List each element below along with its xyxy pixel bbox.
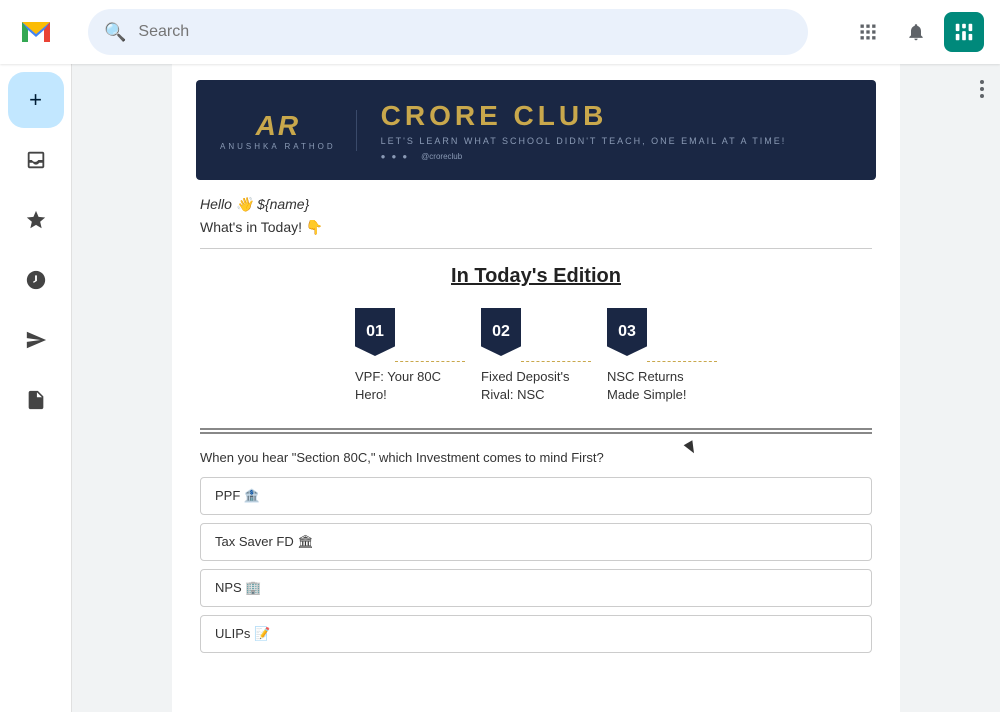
poll-option-2[interactable]: Tax Saver FD 🏛 <box>200 523 872 561</box>
poll-option-4[interactable]: ULIPs 📝 <box>200 615 872 653</box>
poll-option-1[interactable]: PPF 🏦 <box>200 477 872 515</box>
dots-menu[interactable] <box>980 80 984 98</box>
banner-title: CRORE CLUB <box>381 100 852 132</box>
sidebar-item-inbox[interactable] <box>8 132 64 188</box>
divider-1 <box>200 248 872 249</box>
edition-item-1: 01 VPF: Your 80C Hero! <box>355 308 465 404</box>
banner-social: ●●● @croreclub <box>381 152 852 161</box>
topbar-icons <box>848 12 984 52</box>
main-layout: + AR ANUSHKA RATHOD <box>0 64 1000 712</box>
edition-flag-2: 02 <box>481 308 521 356</box>
poll-option-3[interactable]: NPS 🏢 <box>200 569 872 607</box>
content-area: AR ANUSHKA RATHOD CRORE CLUB LET'S LEARN… <box>72 64 1000 712</box>
sidebar-item-drafts[interactable] <box>8 372 64 428</box>
logo-name: ANUSHKA RATHOD <box>220 142 336 151</box>
dot-1 <box>980 80 984 84</box>
sidebar-item-snoozed[interactable] <box>8 252 64 308</box>
grid-icon[interactable] <box>848 12 888 52</box>
sidebar-item-sent[interactable] <box>8 312 64 368</box>
edition-text-1: VPF: Your 80C Hero! <box>355 368 465 404</box>
edition-text-3: NSC Returns Made Simple! <box>607 368 717 404</box>
edition-dashes-3 <box>647 361 717 362</box>
app-icon[interactable] <box>944 12 984 52</box>
edition-dashes-1 <box>395 361 465 362</box>
edition-item-2: 02 Fixed Deposit's Rival: NSC <box>481 308 591 404</box>
edition-items: 01 VPF: Your 80C Hero! 02 <box>200 308 872 404</box>
edition-flag-3: 03 <box>607 308 647 356</box>
bell-icon[interactable] <box>896 12 936 52</box>
dot-3 <box>980 94 984 98</box>
email-banner: AR ANUSHKA RATHOD CRORE CLUB LET'S LEARN… <box>196 80 876 180</box>
compose-icon: + <box>29 87 42 113</box>
search-bar[interactable]: 🔍 <box>88 9 808 55</box>
right-panel <box>900 64 1000 712</box>
sidebar-item-starred[interactable] <box>8 192 64 248</box>
banner-logo: AR ANUSHKA RATHOD <box>220 110 357 151</box>
search-icon: 🔍 <box>104 22 126 43</box>
poll-question: When you hear "Section 80C," which Inves… <box>200 450 872 465</box>
sidebar: + <box>0 64 72 712</box>
email-view: AR ANUSHKA RATHOD CRORE CLUB LET'S LEARN… <box>172 64 900 712</box>
search-input[interactable] <box>138 23 792 41</box>
banner-title-area: CRORE CLUB LET'S LEARN WHAT SCHOOL DIDN'… <box>381 100 852 161</box>
logo-monogram: AR <box>256 110 300 142</box>
email-body: Hello 👋 ${name} What's in Today! 👇 In To… <box>196 196 876 653</box>
whats-in-text: What's in Today! 👇 <box>200 219 872 236</box>
gmail-logo <box>16 12 56 52</box>
left-panel <box>72 64 172 712</box>
edition-text-2: Fixed Deposit's Rival: NSC <box>481 368 591 404</box>
topbar: 🔍 <box>0 0 1000 64</box>
edition-dashes-2 <box>521 361 591 362</box>
greeting-text: Hello 👋 ${name} <box>200 196 872 213</box>
edition-title: In Today's Edition <box>200 265 872 288</box>
edition-item-3: 03 NSC Returns Made Simple! <box>607 308 717 404</box>
compose-button[interactable]: + <box>8 72 64 128</box>
dot-2 <box>980 87 984 91</box>
edition-flag-1: 01 <box>355 308 395 356</box>
double-divider <box>200 428 872 434</box>
banner-subtitle: LET'S LEARN WHAT SCHOOL DIDN'T TEACH, ON… <box>381 136 852 146</box>
